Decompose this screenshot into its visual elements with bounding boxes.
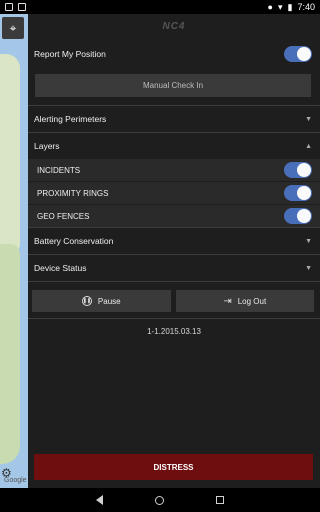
chevron-down-icon: ▼ [305,264,312,272]
map-land [0,54,20,254]
section-battery-conservation[interactable]: Battery Conservation ▼ [28,228,320,254]
status-bar-right: ● ▾ ▮ 7:40 [268,2,315,13]
map-attribution: Google [4,477,27,484]
report-position-toggle[interactable] [284,46,312,62]
section-label: Device Status [34,263,87,273]
app-screen: ● ▾ ▮ 7:40 ⌖ ⚙ Google NC4 Report My Posi… [0,0,320,512]
app-version: 1-1.2015.03.13 [147,327,201,336]
wifi-icon: ▾ [277,1,283,12]
map-view[interactable]: ⌖ ⚙ Google [0,14,28,488]
incidents-toggle[interactable] [284,162,312,178]
geo-fences-toggle[interactable] [284,208,312,224]
clock: 7:40 [297,2,315,12]
status-bar: ● ▾ ▮ 7:40 [0,0,320,14]
proximity-rings-toggle[interactable] [284,185,312,201]
chevron-down-icon: ▼ [305,237,312,245]
logout-icon: ⇥ [223,295,232,307]
section-alerting-perimeters[interactable]: Alerting Perimeters ▼ [28,106,320,132]
section-label: Layers [34,141,60,151]
nc4-logo: NC4 [162,20,186,32]
report-position-label: Report My Position [34,49,106,59]
report-position-row: Report My Position [28,38,320,70]
logout-label: Log Out [237,296,267,306]
status-bar-left [5,3,26,11]
section-layers[interactable]: Layers ▲ [28,133,320,159]
navigation-bar [0,488,320,512]
location-icon: ● [267,2,273,12]
home-icon[interactable] [155,495,164,505]
toggle-knob [297,163,311,177]
recent-apps-icon[interactable] [216,496,224,504]
layer-label: INCIDENTS [37,165,81,175]
action-buttons: ❚❚ Pause ⇥ Log Out [28,282,320,318]
manual-check-in-button[interactable]: Manual Check In [35,74,311,97]
chevron-up-icon: ▲ [305,142,312,150]
section-label: Battery Conservation [34,236,114,246]
my-location-icon[interactable]: ⌖ [2,17,24,39]
section-label: Alerting Perimeters [34,114,107,124]
toggle-knob [297,209,311,223]
layer-label: GEO FENCES [37,211,90,221]
chevron-down-icon: ▼ [305,115,312,123]
pause-icon: ❚❚ [81,296,92,306]
layer-item-incidents: INCIDENTS [28,159,320,181]
pause-button[interactable]: ❚❚ Pause [32,290,171,312]
layer-item-proximity-rings: PROXIMITY RINGS [28,182,320,204]
settings-drawer: NC4 Report My Position Manual Check In A… [28,14,320,488]
battery-icon: ▮ [287,1,293,12]
section-device-status[interactable]: Device Status ▼ [28,255,320,281]
toggle-knob [297,47,311,61]
check-in-wrapper: Manual Check In [28,70,320,105]
distress-button[interactable]: DISTRESS [34,454,313,480]
layer-label: PROXIMITY RINGS [37,188,109,198]
pause-label: Pause [97,296,121,306]
back-icon[interactable] [96,495,103,505]
toggle-knob [297,186,311,200]
map-land [0,244,20,464]
logout-button[interactable]: ⇥ Log Out [175,290,314,312]
notification-icon [18,3,26,11]
gallery-icon [5,3,13,11]
layer-item-geo-fences: GEO FENCES [28,205,320,227]
